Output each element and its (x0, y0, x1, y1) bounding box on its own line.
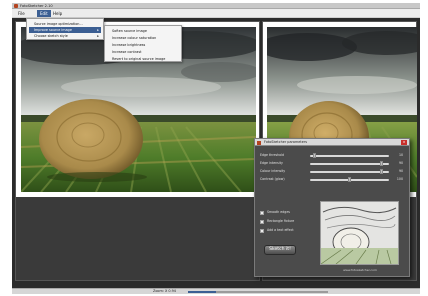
checkbox-box[interactable] (260, 228, 264, 233)
improve-submenu: Soften source image Increase colour satu… (104, 25, 182, 62)
slider-label: Colour intensity (260, 169, 286, 173)
menu-edit[interactable]: Edit (37, 10, 51, 17)
sketch-it-button[interactable]: Sketch it! (264, 245, 296, 255)
slider-edge-intensity: Edge intensity 90 (260, 161, 403, 166)
zoom-slider-fill (188, 291, 216, 293)
slider-label: Edge threshold (260, 153, 285, 157)
menu-file[interactable]: File (15, 10, 28, 17)
checkbox-rectangle-fixture[interactable]: Rectangle fixture (260, 219, 315, 224)
menu-item-sketch-style[interactable]: Choose sketch style ▸ (29, 33, 101, 39)
sketch-parameters-panel: FotoSketcher parameters × Edge threshold… (254, 138, 410, 277)
website-link[interactable]: www.fotosketcher.com (325, 268, 395, 272)
checkbox-text-effect[interactable]: Add a text effect (260, 228, 315, 233)
slider-contrast-glow: Contrast (glow) 100 (260, 177, 403, 182)
submenu-item-saturation[interactable]: Increase colour saturation (107, 35, 179, 41)
slider-thumb[interactable] (379, 169, 383, 174)
submenu-item-contrast[interactable]: Increase contrast (107, 49, 179, 55)
checkbox-label: Add a text effect (267, 228, 294, 232)
slider-value: 90 (398, 169, 403, 173)
submenu-arrow-icon: ▸ (97, 34, 99, 38)
slider-track[interactable] (310, 161, 389, 166)
zoom-slider[interactable] (188, 291, 328, 293)
status-bar: Zoom: X 0.94 (12, 288, 420, 294)
slider-value: 100 (396, 177, 403, 181)
app-icon (257, 140, 261, 145)
window-title: FotoSketcher 2.10 (20, 4, 53, 8)
submenu-item-revert[interactable]: Revert to original source image (107, 56, 179, 62)
checkbox-box[interactable] (260, 210, 264, 215)
slider-track[interactable] (310, 169, 389, 174)
menu-help[interactable]: Help (50, 10, 65, 17)
submenu-item-brightness[interactable]: Increase brightness (107, 42, 179, 48)
slider-track[interactable] (310, 153, 389, 158)
sketch-preview-image (320, 202, 398, 265)
edit-menu-dropdown: Source image optimization... Improve sou… (26, 18, 104, 40)
panel-title-bar[interactable]: FotoSketcher parameters × (255, 139, 409, 146)
slider-thumb[interactable] (348, 177, 351, 182)
slider-colour-intensity: Colour intensity 90 (260, 169, 403, 174)
slider-edge-threshold: Edge threshold 10 (260, 153, 403, 158)
menu-bar: File Edit Help (12, 9, 420, 18)
checkbox-smooth-edges[interactable]: Smooth edges (260, 210, 315, 215)
slider-track[interactable] (310, 177, 389, 182)
slider-value: 90 (398, 161, 403, 165)
slider-label: Contrast (glow) (260, 177, 285, 181)
slider-value: 10 (398, 153, 403, 157)
panel-title: FotoSketcher parameters (264, 140, 307, 144)
submenu-item-soften[interactable]: Soften source image (107, 28, 179, 34)
sketch-preview (320, 201, 399, 265)
app-icon (14, 4, 18, 8)
checkbox-label: Smooth edges (267, 210, 290, 214)
close-icon[interactable]: × (401, 140, 407, 145)
slider-label: Edge intensity (260, 161, 283, 165)
checkbox-box[interactable] (260, 219, 264, 224)
slider-thumb[interactable] (313, 153, 317, 158)
zoom-label: Zoom: X 0.94 (153, 289, 176, 293)
slider-thumb[interactable] (379, 161, 383, 166)
checkbox-label: Rectangle fixture (267, 219, 295, 223)
